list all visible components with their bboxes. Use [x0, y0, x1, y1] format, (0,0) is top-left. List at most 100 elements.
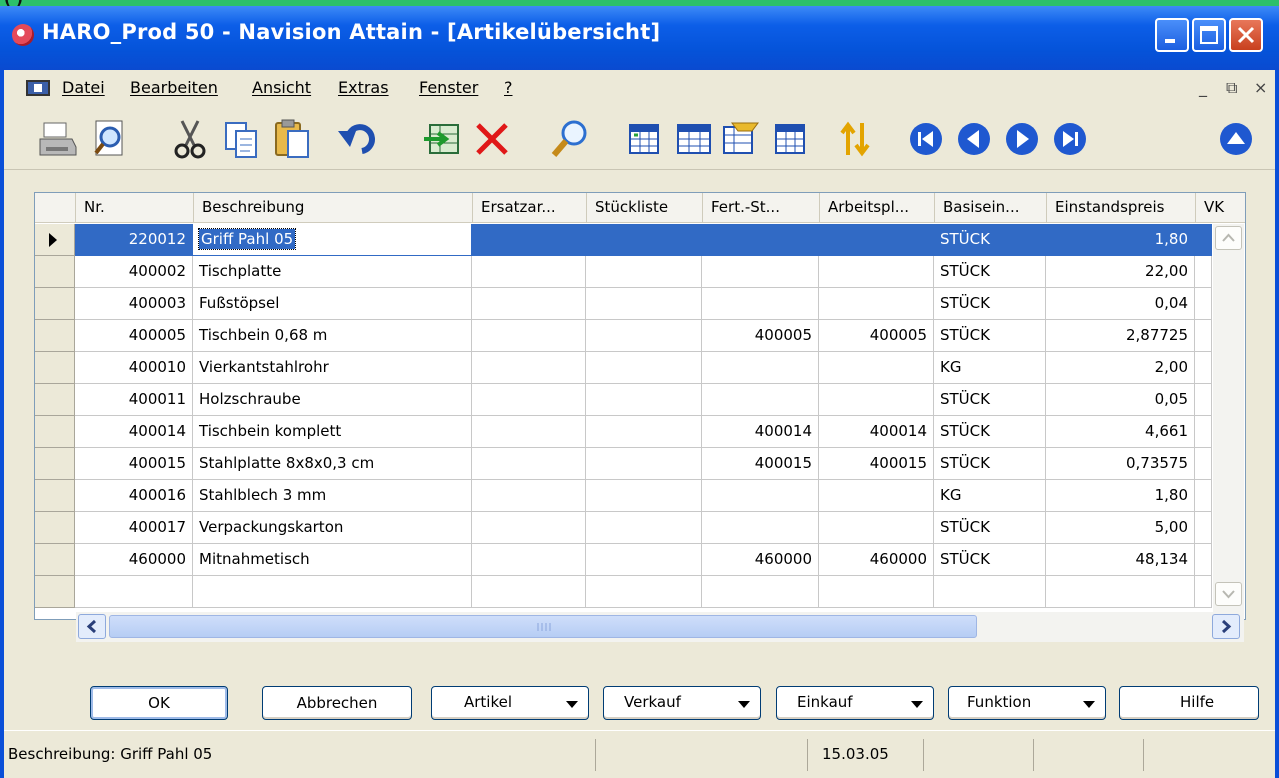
- cell-einstandspreis[interactable]: 0,05: [1046, 384, 1195, 416]
- mdi-close-button[interactable]: ×: [1254, 78, 1267, 97]
- menu-extras[interactable]: Extras: [338, 78, 389, 97]
- cell-beschreibung[interactable]: Tischbein komplett: [193, 416, 472, 448]
- table-row[interactable]: 400016 Stahlblech 3 mm KG 1,80: [35, 480, 1212, 512]
- horizontal-scroll-thumb[interactable]: [109, 615, 977, 638]
- copy-icon[interactable]: [218, 114, 266, 164]
- cell-stueckliste[interactable]: [586, 480, 702, 512]
- cell-ersatzartikel[interactable]: [472, 448, 586, 480]
- cell-vk[interactable]: [1195, 288, 1212, 320]
- cell-einstandspreis[interactable]: 2,87725: [1046, 320, 1195, 352]
- row-selector[interactable]: [35, 320, 75, 352]
- cell-basiseinheit[interactable]: STÜCK: [934, 448, 1046, 480]
- cell-stueckliste[interactable]: [586, 416, 702, 448]
- cell-einstandspreis[interactable]: 2,00: [1046, 352, 1195, 384]
- table-row[interactable]: 460000 Mitnahmetisch 460000 460000 STÜCK 48,1…: [35, 544, 1212, 576]
- find-icon[interactable]: [546, 114, 594, 164]
- title-bar[interactable]: HARO_Prod 50 - Navision Attain - [Artike…: [0, 6, 1279, 70]
- row-selector[interactable]: [35, 544, 75, 576]
- cell-basiseinheit[interactable]: STÜCK: [934, 224, 1046, 256]
- cell-arbeitsplan[interactable]: [819, 256, 934, 288]
- einkauf-menu-button[interactable]: Einkauf: [776, 686, 934, 720]
- cell-beschreibung[interactable]: Stahlblech 3 mm: [193, 480, 472, 512]
- row-selector[interactable]: [35, 224, 75, 256]
- cell-basiseinheit[interactable]: STÜCK: [934, 416, 1046, 448]
- cell-fertigungsstueckliste[interactable]: [702, 352, 819, 384]
- previous-record-icon[interactable]: [950, 114, 998, 164]
- row-selector[interactable]: [35, 352, 75, 384]
- cell-nr[interactable]: 400017: [75, 512, 193, 544]
- table-row[interactable]: [35, 576, 1212, 608]
- show-all-icon[interactable]: [766, 114, 814, 164]
- table-row[interactable]: 400014 Tischbein komplett 400014 400014 STÜC…: [35, 416, 1212, 448]
- cell-basiseinheit[interactable]: STÜCK: [934, 512, 1046, 544]
- cell-einstandspreis[interactable]: 1,80: [1046, 224, 1195, 256]
- cell-beschreibung[interactable]: Fußstöpsel: [193, 288, 472, 320]
- cell-fertigungsstueckliste[interactable]: 400005: [702, 320, 819, 352]
- cell-nr[interactable]: 400010: [75, 352, 193, 384]
- row-selector[interactable]: [35, 448, 75, 480]
- verkauf-menu-button[interactable]: Verkauf: [603, 686, 761, 720]
- cell-beschreibung[interactable]: Tischbein 0,68 m: [193, 320, 472, 352]
- scroll-down-button[interactable]: [1215, 582, 1242, 606]
- cell-nr[interactable]: 400005: [75, 320, 193, 352]
- cell-nr[interactable]: 400011: [75, 384, 193, 416]
- cell-vk[interactable]: [1195, 576, 1212, 608]
- flowfilter-icon[interactable]: [716, 114, 764, 164]
- cell-stueckliste[interactable]: [586, 320, 702, 352]
- cell-vk[interactable]: [1195, 512, 1212, 544]
- cell-arbeitsplan[interactable]: [819, 512, 934, 544]
- cell-beschreibung[interactable]: Holzschraube: [193, 384, 472, 416]
- menu-ansicht[interactable]: Ansicht: [252, 78, 311, 97]
- minimize-button[interactable]: [1155, 18, 1189, 52]
- cell-vk[interactable]: [1195, 544, 1212, 576]
- cell-arbeitsplan[interactable]: [819, 352, 934, 384]
- cell-fertigungsstueckliste[interactable]: 400014: [702, 416, 819, 448]
- table-row[interactable]: 400017 Verpackungskarton STÜCK 5,00: [35, 512, 1212, 544]
- cell-ersatzartikel[interactable]: [472, 576, 586, 608]
- column-header-arbeitsplan[interactable]: Arbeitspl...: [819, 193, 934, 223]
- cell-ersatzartikel[interactable]: [472, 224, 586, 256]
- print-icon[interactable]: [34, 114, 82, 164]
- last-record-icon[interactable]: [1046, 114, 1094, 164]
- table-row[interactable]: 400015 Stahlplatte 8x8x0,3 cm 400015 400015…: [35, 448, 1212, 480]
- cell-stueckliste[interactable]: [586, 448, 702, 480]
- mdi-restore-button[interactable]: ⧉: [1226, 78, 1237, 98]
- horizontal-scrollbar[interactable]: [76, 612, 1244, 642]
- cell-basiseinheit[interactable]: STÜCK: [934, 320, 1046, 352]
- cell-stueckliste[interactable]: [586, 256, 702, 288]
- cell-ersatzartikel[interactable]: [472, 320, 586, 352]
- mdi-minimize-button[interactable]: _: [1199, 78, 1207, 97]
- cell-vk[interactable]: [1195, 224, 1212, 256]
- cell-fertigungsstueckliste[interactable]: [702, 576, 819, 608]
- artikel-menu-button[interactable]: Artikel: [431, 686, 589, 720]
- cell-nr[interactable]: 400002: [75, 256, 193, 288]
- cell-nr[interactable]: 220012: [75, 224, 193, 256]
- cell-fertigungsstueckliste[interactable]: [702, 480, 819, 512]
- menu-fenster[interactable]: Fenster: [419, 78, 478, 97]
- cell-beschreibung[interactable]: Mitnahmetisch: [193, 544, 472, 576]
- column-header-ersatzartikel[interactable]: Ersatzar...: [472, 193, 586, 223]
- cell-beschreibung[interactable]: Verpackungskarton: [193, 512, 472, 544]
- row-selector[interactable]: [35, 384, 75, 416]
- next-record-icon[interactable]: [998, 114, 1046, 164]
- column-header-nr[interactable]: Nr.: [75, 193, 193, 223]
- table-row[interactable]: 400011 Holzschraube STÜCK 0,05: [35, 384, 1212, 416]
- abbrechen-button[interactable]: Abbrechen: [262, 686, 412, 720]
- column-header-stueckliste[interactable]: Stückliste: [586, 193, 702, 223]
- cell-einstandspreis[interactable]: 22,00: [1046, 256, 1195, 288]
- table-row[interactable]: 220012 Griff Pahl 05 STÜCK 1,80: [35, 224, 1212, 256]
- cell-vk[interactable]: [1195, 256, 1212, 288]
- scroll-left-button[interactable]: [78, 614, 106, 639]
- cell-fertigungsstueckliste[interactable]: [702, 384, 819, 416]
- menu-help[interactable]: ?: [504, 78, 513, 97]
- cell-ersatzartikel[interactable]: [472, 416, 586, 448]
- cell-arbeitsplan[interactable]: 460000: [819, 544, 934, 576]
- cell-stueckliste[interactable]: [586, 544, 702, 576]
- cell-einstandspreis[interactable]: 1,80: [1046, 480, 1195, 512]
- cell-arbeitsplan[interactable]: [819, 576, 934, 608]
- cell-ersatzartikel[interactable]: [472, 480, 586, 512]
- funktion-menu-button[interactable]: Funktion: [948, 686, 1106, 720]
- cell-fertigungsstueckliste[interactable]: 460000: [702, 544, 819, 576]
- cell-basiseinheit[interactable]: [934, 576, 1046, 608]
- cell-arbeitsplan[interactable]: [819, 288, 934, 320]
